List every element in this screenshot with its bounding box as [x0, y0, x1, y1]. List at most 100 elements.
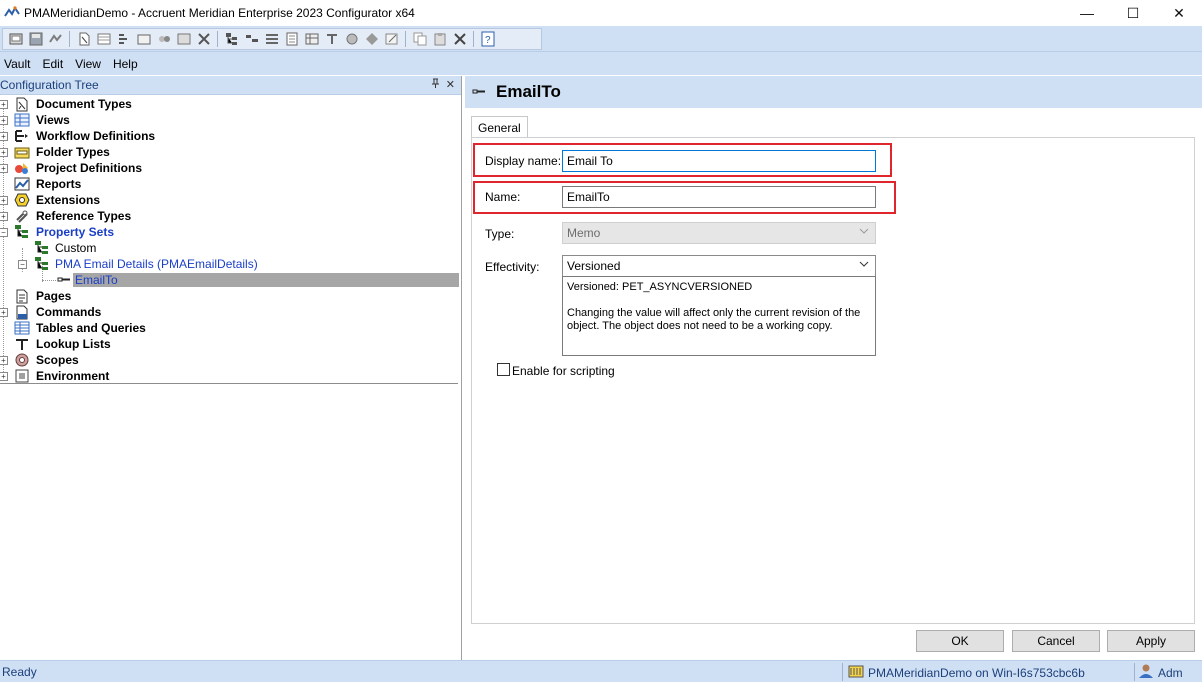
effectivity-description: Versioned: PET_ASYNCVERSIONED Changing t…	[562, 276, 876, 356]
tree-item-lookup-lists[interactable]: Lookup Lists	[0, 336, 458, 352]
commands-icon	[14, 304, 30, 320]
display-name-field[interactable]: Email To	[562, 150, 876, 172]
name-field[interactable]: EmailTo	[562, 186, 876, 208]
enable-scripting-label[interactable]: Enable for scripting	[512, 364, 615, 378]
extensions-icon	[14, 192, 30, 208]
workflow-icon	[14, 128, 30, 144]
apply-button[interactable]: Apply	[1107, 630, 1195, 652]
expand-toggle[interactable]: +	[0, 132, 8, 141]
effectivity-select[interactable]: Versioned	[562, 255, 876, 277]
minimize-button[interactable]: —	[1064, 0, 1110, 26]
tree-item-label: EmailTo	[73, 273, 459, 287]
new-command-icon[interactable]	[283, 31, 300, 48]
maximize-button[interactable]: ☐	[1110, 0, 1156, 26]
new-property-set-icon[interactable]	[223, 31, 240, 48]
tree-item-label: Folder Types	[36, 145, 110, 159]
vault-server-icon	[848, 663, 864, 682]
expand-toggle[interactable]: +	[0, 148, 8, 157]
title-bar: PMAMeridianDemo - Accruent Meridian Ente…	[0, 0, 1202, 26]
document-types-icon	[14, 96, 30, 112]
paste-icon[interactable]	[431, 31, 448, 48]
collapse-toggle[interactable]: −	[0, 228, 8, 237]
pages-icon	[14, 288, 30, 304]
new-scope-icon[interactable]	[343, 31, 360, 48]
tree-item-property-sets[interactable]: − Property Sets	[0, 224, 458, 240]
ok-button[interactable]: OK	[916, 630, 1004, 652]
expand-toggle[interactable]: +	[0, 196, 8, 205]
tree-item-label: Scopes	[36, 353, 79, 367]
new-property-icon[interactable]	[243, 31, 260, 48]
tree-item-label: Property Sets	[36, 225, 115, 239]
help-icon[interactable]: ?	[479, 31, 496, 48]
tree-item-project-definitions[interactable]: + Project Definitions	[0, 160, 458, 176]
tree-item-pma-email-details[interactable]: − PMA Email Details (PMAEmailDetails)	[0, 256, 458, 272]
edit-icon[interactable]	[383, 31, 400, 48]
status-server: PMAMeridianDemo on Win-I6s753cbc6b	[848, 663, 1085, 682]
collapse-toggle[interactable]: −	[18, 260, 27, 269]
tab-general[interactable]: General	[471, 116, 528, 138]
new-table-icon[interactable]	[303, 31, 320, 48]
pin-icon[interactable]	[431, 78, 440, 92]
panel-title: Configuration Tree	[0, 78, 99, 92]
tree-item-views[interactable]: + Views	[0, 112, 458, 128]
expand-toggle[interactable]: +	[0, 164, 8, 173]
detail-title: EmailTo	[496, 82, 561, 101]
expand-toggle[interactable]: +	[0, 372, 8, 381]
expand-toggle[interactable]: +	[0, 308, 8, 317]
copy-icon[interactable]	[411, 31, 428, 48]
environment-icon[interactable]	[363, 31, 380, 48]
new-page-icon[interactable]	[263, 31, 280, 48]
display-name-value: Email To	[567, 154, 613, 168]
new-lookup-icon[interactable]	[323, 31, 340, 48]
tree-item-custom[interactable]: Custom	[0, 240, 458, 256]
reports-icon	[14, 176, 30, 192]
expand-toggle[interactable]: +	[0, 116, 8, 125]
menu-help[interactable]: Help	[107, 57, 144, 71]
tree-item-reports[interactable]: Reports	[0, 176, 458, 192]
menu-view[interactable]: View	[69, 57, 107, 71]
close-window-button[interactable]: ✕	[1156, 0, 1202, 26]
new-workflow-icon[interactable]	[115, 31, 132, 48]
cancel-button[interactable]: Cancel	[1012, 630, 1100, 652]
tree-item-label: Tables and Queries	[36, 321, 146, 335]
new-report-icon[interactable]	[175, 31, 192, 48]
new-view-icon[interactable]	[95, 31, 112, 48]
tree-item-commands[interactable]: + Commands	[0, 304, 458, 320]
tree-item-label: Views	[36, 113, 70, 127]
expand-toggle[interactable]: +	[0, 212, 8, 221]
expand-toggle[interactable]: +	[0, 356, 8, 365]
open-icon[interactable]	[7, 31, 24, 48]
menu-vault[interactable]: Vault	[0, 57, 36, 71]
tree-item-label: Project Definitions	[36, 161, 143, 175]
enable-scripting-checkbox[interactable]	[497, 363, 510, 376]
tree-item-scopes[interactable]: + Scopes	[0, 352, 458, 368]
tree-item-environment[interactable]: + Environment	[0, 368, 458, 384]
tree-item-emailto[interactable]: EmailTo	[0, 272, 459, 288]
tree-item-tables-and-queries[interactable]: Tables and Queries	[0, 320, 458, 336]
tree-item-reference-types[interactable]: + Reference Types	[0, 208, 458, 224]
delete-icon[interactable]	[451, 31, 468, 48]
save-icon[interactable]	[27, 31, 44, 48]
toolbar-separator	[217, 31, 218, 47]
window-controls: — ☐ ✕	[1064, 0, 1202, 26]
name-value: EmailTo	[567, 190, 610, 204]
tree-item-extensions[interactable]: + Extensions	[0, 192, 458, 208]
chevron-down-icon[interactable]	[859, 259, 869, 270]
menu-edit[interactable]: Edit	[36, 57, 69, 71]
tree-item-workflow-definitions[interactable]: + Workflow Definitions	[0, 128, 458, 144]
tree-item-label: Commands	[36, 305, 102, 319]
tree-item-pages[interactable]: Pages	[0, 288, 458, 304]
tree-item-document-types[interactable]: + Document Types	[0, 96, 458, 112]
expand-toggle[interactable]: +	[0, 100, 8, 109]
close-panel-button[interactable]: ✕	[446, 78, 455, 92]
tree-item-folder-types[interactable]: + Folder Types	[0, 144, 458, 160]
new-project-icon[interactable]	[155, 31, 172, 48]
sync-icon[interactable]	[47, 31, 64, 48]
configuration-tree: + Document Types + Views + Workflow Defi…	[0, 96, 459, 386]
tree-item-label: Lookup Lists	[36, 337, 111, 351]
new-document-type-icon[interactable]	[75, 31, 92, 48]
lookup-lists-icon	[14, 336, 30, 352]
new-folder-type-icon[interactable]	[135, 31, 152, 48]
tools-icon[interactable]	[195, 31, 212, 48]
user-icon	[1138, 663, 1154, 682]
